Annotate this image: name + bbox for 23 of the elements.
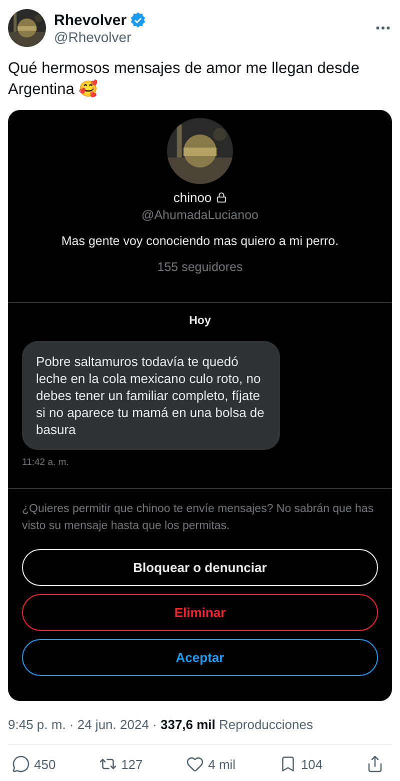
profile-name: chinoo: [173, 190, 212, 205]
author-name[interactable]: Rhevolver: [54, 12, 127, 28]
message-bubble: Pobre saltamuros todavía te quedó leche en la cola mexicano culo roto, no debes tener un familiar completo, fíjate si no aparece tu mamá en una bolsa de basura: [22, 341, 280, 450]
repost-button[interactable]: 127: [99, 755, 143, 773]
tweet-meta: 9:45 p. m. · 24 jun. 2024 · 337,6 mil Reproducciones: [8, 717, 392, 745]
block-report-button[interactable]: Bloquear o denunciar: [22, 549, 378, 586]
profile-bio: Mas gente voy conociendo mas quiero a mi perro.: [61, 234, 339, 248]
accept-button[interactable]: Aceptar: [22, 639, 378, 676]
author-handle[interactable]: @Rhevolver: [54, 28, 366, 44]
like-button[interactable]: 4 mil: [186, 755, 236, 773]
delete-button[interactable]: Eliminar: [22, 594, 378, 631]
message-time: 11:42 a. m.: [22, 457, 69, 468]
share-icon: [366, 755, 384, 773]
request-prompt: ¿Quieres permitir que chinoo te envíe mensajes? No sabrán que has visto su mensaje hasta que los permitas.: [21, 502, 375, 534]
heart-icon: [186, 755, 204, 773]
profile-handle: @AhumadaLucianoo: [142, 208, 258, 222]
bookmark-button[interactable]: 104: [278, 755, 323, 773]
reply-button[interactable]: 450: [12, 755, 56, 773]
date-separator: Hoy: [189, 315, 211, 327]
tweet-text: Qué hermosos mensajes de amor me llegan desde Argentina 🥰: [8, 59, 361, 100]
follower-count: 155 seguidores: [157, 260, 243, 274]
reply-icon: [12, 755, 30, 773]
share-button[interactable]: [366, 755, 384, 773]
